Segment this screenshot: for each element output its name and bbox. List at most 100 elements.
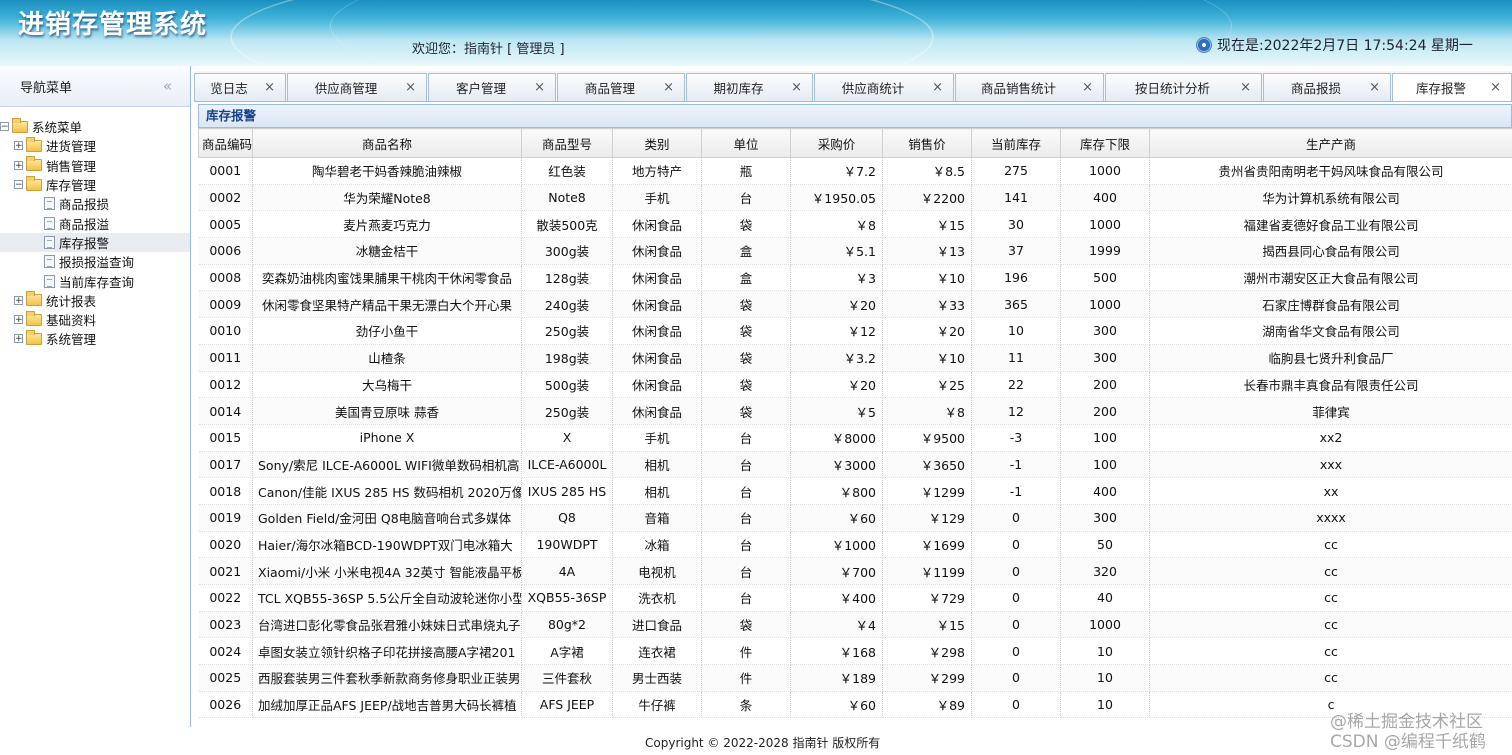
- app-title: 进销存管理系统: [18, 10, 208, 40]
- close-tab-icon[interactable]: ×: [1490, 80, 1501, 95]
- column-header[interactable]: 库存下限: [1060, 128, 1150, 158]
- collapse-sidebar-icon[interactable]: «: [163, 77, 172, 95]
- tab-2[interactable]: 客户管理 ×: [428, 73, 556, 101]
- table-cell: 袋: [701, 371, 791, 399]
- table-cell: ￥20: [790, 371, 883, 399]
- collapse-toggle-icon[interactable]: −: [0, 122, 9, 132]
- column-header[interactable]: 生产产商: [1149, 128, 1512, 158]
- table-row[interactable]: 0002 华为荣耀Note8 Note8 手机台 ￥1950.05 ￥2200 141 400…: [198, 184, 1512, 212]
- table-cell: 手机: [612, 184, 702, 212]
- sidebar-title: 导航菜单: [20, 80, 73, 96]
- nav-node-5[interactable]: 商品报溢: [0, 213, 190, 232]
- tab-0[interactable]: 览日志 ×: [194, 73, 286, 101]
- table-row[interactable]: 0008 奕森奶油桃肉蜜饯果脯果干桃肉干休闲零食品 128g装 休闲食品盒 ￥3 ￥10 1…: [198, 264, 1512, 292]
- expand-toggle-icon[interactable]: +: [14, 160, 23, 170]
- table-row[interactable]: 0011 山楂条 198g装 休闲食品袋 ￥3.2 ￥10 11 300 临朐县七贤升利食品厂: [198, 344, 1512, 372]
- table-cell: 200: [1060, 397, 1150, 425]
- close-tab-icon[interactable]: ×: [932, 80, 943, 95]
- tab-8[interactable]: 商品报损 ×: [1263, 73, 1391, 101]
- tab-3[interactable]: 商品管理 ×: [557, 73, 685, 101]
- table-row[interactable]: 0021 Xiaomi/小米 小米电视4A 32英寸 智能液晶平板 4A 电视机台 ￥7…: [198, 557, 1512, 585]
- column-header[interactable]: 类别: [612, 128, 702, 158]
- column-header[interactable]: 商品型号: [521, 128, 613, 158]
- table-cell: xxx: [1149, 451, 1512, 479]
- table-row[interactable]: 0014 美国青豆原味 蒜香 250g装 休闲食品袋 ￥5 ￥8 12 200 菲律宾: [198, 397, 1512, 425]
- expand-toggle-icon[interactable]: +: [14, 141, 23, 151]
- collapse-toggle-icon[interactable]: −: [14, 180, 23, 190]
- close-tab-icon[interactable]: ×: [663, 80, 674, 95]
- table-cell: Canon/佳能 IXUS 285 HS 数码相机 2020万像: [252, 477, 522, 505]
- nav-node-0[interactable]: − 系统菜单: [0, 117, 190, 136]
- nav-node-4[interactable]: 商品报损: [0, 194, 190, 213]
- table-cell: ￥10: [882, 264, 972, 292]
- table-row[interactable]: 0010 劲仔小鱼干 250g装 休闲食品袋 ￥12 ￥20 10 300 湖南省华文食品有限公…: [198, 317, 1512, 345]
- nav-node-9[interactable]: + 统计报表: [0, 291, 190, 310]
- table-row[interactable]: 0005 麦片燕麦巧克力 散装500克 休闲食品袋 ￥8 ￥15 30 1000 福建省麦德好食…: [198, 210, 1512, 239]
- column-header[interactable]: 商品编码: [198, 128, 253, 158]
- tab-label: 览日志: [210, 81, 248, 96]
- nav-node-label: 商品报溢: [59, 216, 110, 232]
- table-cell: 0: [971, 504, 1061, 532]
- table-cell: ￥800: [790, 477, 883, 505]
- expand-toggle-icon[interactable]: +: [14, 315, 23, 325]
- column-header[interactable]: 单位: [701, 128, 791, 158]
- table-row[interactable]: 0020 Haier/海尔冰箱BCD-190WDPT双门电冰箱大 190WDPT 冰箱…: [198, 531, 1512, 559]
- table-row[interactable]: 0012 大乌梅干 500g装 休闲食品袋 ￥20 ￥25 22 200 长春市鼎丰真食品有限责…: [198, 371, 1512, 399]
- table-row[interactable]: 0025 西服套装男三件套秋季新款商务修身职业正装男 三件套秋 男士西装件 ￥189 ￥2…: [198, 664, 1512, 692]
- table-row[interactable]: 0009 休闲零食坚果特产精品干果无漂白大个开心果 240g装 休闲食品袋 ￥20 ￥33…: [198, 290, 1512, 319]
- table-cell: 潮州市潮安区正大食品有限公司: [1149, 264, 1512, 292]
- table-cell: 台: [701, 504, 791, 532]
- table-cell: 手机: [612, 424, 702, 452]
- table-cell: 190WDPT: [521, 531, 613, 559]
- column-header[interactable]: 采购价: [790, 128, 883, 158]
- table-cell: ￥10: [882, 344, 972, 372]
- table-cell: 0: [971, 584, 1061, 612]
- nav-node-label: 库存报警: [59, 235, 110, 251]
- expand-toggle-icon[interactable]: +: [14, 295, 23, 305]
- table-cell: 0024: [198, 637, 253, 666]
- nav-node-6[interactable]: 库存报警: [0, 232, 190, 253]
- close-tab-icon[interactable]: ×: [1240, 80, 1251, 95]
- tab-5[interactable]: 供应商统计 ×: [814, 73, 954, 101]
- table-row[interactable]: 0024 卓图女装立领针织格子印花拼接高腰A字裙201 A字裙 连衣裙件 ￥168 ￥29…: [198, 637, 1512, 666]
- welcome-text: 欢迎您：指南针 [ 管理员 ]: [412, 42, 565, 57]
- table-row[interactable]: 0001 陶华碧老干妈香辣脆油辣椒 红色装 地方特产瓶 ￥7.2 ￥8.5 275 1000 贵…: [198, 157, 1512, 185]
- table-row[interactable]: 0018 Canon/佳能 IXUS 285 HS 数码相机 2020万像 IXUS…: [198, 477, 1512, 505]
- tab-1[interactable]: 供应商管理 ×: [287, 73, 427, 101]
- table-row[interactable]: 0023 台湾进口彭化零食品张君雅小妹妹日式串烧丸子 80g*2 进口食品袋 ￥4 ￥15…: [198, 611, 1512, 639]
- nav-node-10[interactable]: + 基础资料: [0, 310, 190, 329]
- nav-node-2[interactable]: + 销售管理: [0, 156, 190, 175]
- close-tab-icon[interactable]: ×: [534, 80, 545, 95]
- table-cell: 12: [971, 397, 1061, 425]
- table-cell: 件: [701, 664, 791, 692]
- close-tab-icon[interactable]: ×: [405, 80, 416, 95]
- table-row[interactable]: 0026 加绒加厚正品AFS JEEP/战地吉普男大码长裤植 AFS JEEP 牛仔裤…: [198, 691, 1512, 719]
- nav-node-7[interactable]: 报损报溢查询: [0, 252, 190, 271]
- nav-node-8[interactable]: 当前库存查询: [0, 271, 190, 290]
- close-tab-icon[interactable]: ×: [791, 80, 802, 95]
- table-row[interactable]: 0022 TCL XQB55-36SP 5.5公斤全自动波轮迷你小型 XQB55-3…: [198, 584, 1512, 612]
- tab-4[interactable]: 期初库存 ×: [686, 73, 813, 101]
- tab-9[interactable]: 库存报警 ×: [1392, 73, 1512, 101]
- table-row[interactable]: 0006 冰糖金桔干 300g装 休闲食品盒 ￥5.1 ￥13 37 1999 揭西县同心食品有…: [198, 237, 1512, 265]
- table-cell: 散装500克: [521, 210, 613, 239]
- tab-7[interactable]: 按日统计分析 ×: [1105, 73, 1262, 101]
- table-row[interactable]: 0019 Golden Field/金河田 Q8电脑音响台式多媒体 Q8 音箱台 ￥60…: [198, 504, 1512, 532]
- nav-node-3[interactable]: − 库存管理: [0, 175, 190, 194]
- tab-6[interactable]: 商品销售统计 ×: [955, 73, 1104, 101]
- table-cell: Q8: [521, 504, 613, 532]
- nav-node-1[interactable]: + 进货管理: [0, 136, 190, 155]
- nav-node-11[interactable]: + 系统管理: [0, 329, 190, 348]
- expand-toggle-icon[interactable]: +: [14, 334, 23, 344]
- table-cell: 240g装: [521, 290, 613, 319]
- column-header[interactable]: 商品名称: [252, 128, 522, 158]
- column-header[interactable]: 当前库存: [971, 128, 1061, 158]
- table-row[interactable]: 0015 iPhone X X 手机台 ￥8000 ￥9500 -3 100 xx2: [198, 424, 1512, 452]
- close-tab-icon[interactable]: ×: [1369, 80, 1380, 95]
- close-tab-icon[interactable]: ×: [1082, 80, 1093, 95]
- column-header[interactable]: 销售价: [882, 128, 972, 158]
- table-cell: Sony/索尼 ILCE-A6000L WIFI微单数码相机高: [252, 451, 522, 479]
- table-cell: cc: [1149, 637, 1512, 666]
- table-row[interactable]: 0017 Sony/索尼 ILCE-A6000L WIFI微单数码相机高 ILCE-…: [198, 451, 1512, 479]
- close-tab-icon[interactable]: ×: [264, 80, 275, 95]
